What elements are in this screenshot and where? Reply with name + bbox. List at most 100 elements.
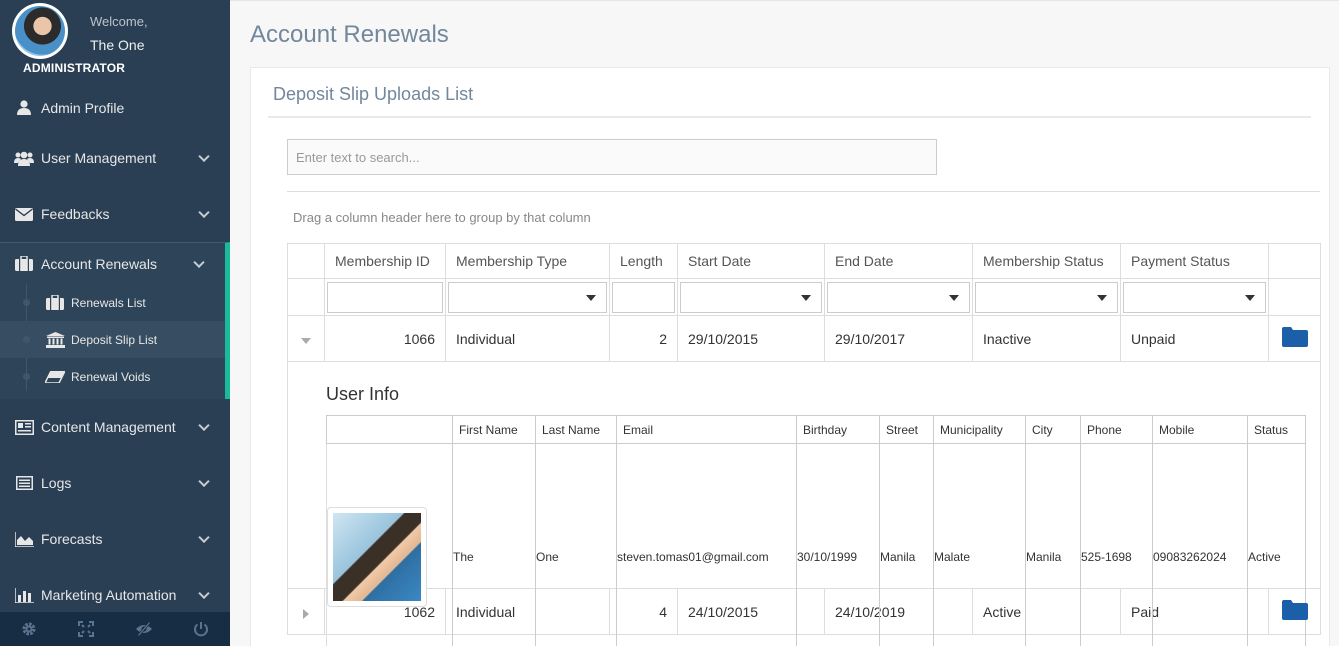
caret-down-icon <box>1097 294 1107 301</box>
column-header-membership-type[interactable]: Membership Type <box>445 243 610 279</box>
menu-forecasts[interactable]: Forecasts <box>0 511 230 567</box>
list-icon <box>14 475 34 491</box>
folder-icon[interactable] <box>1281 600 1308 620</box>
column-header-membership-status[interactable]: Membership Status <box>972 243 1121 279</box>
gear-icon[interactable] <box>0 612 58 646</box>
collapse-row-icon[interactable] <box>301 338 311 344</box>
menu-content-management[interactable]: Content Management <box>0 399 230 455</box>
column-header-membership-id[interactable]: Membership ID <box>324 243 446 279</box>
grid-header-row: Membership ID Membership Type Length Sta… <box>287 243 1321 279</box>
eye-slash-icon[interactable] <box>115 612 173 646</box>
caret-down-icon <box>801 294 811 301</box>
menu-label: User Management <box>41 150 157 166</box>
menu-label: Account Renewals <box>41 255 157 272</box>
deposit-slip-grid: Membership ID Membership Type Length Sta… <box>287 243 1321 646</box>
bank-icon <box>45 331 65 348</box>
user-icon <box>14 100 34 116</box>
cell-membership-status: Inactive <box>972 315 1121 362</box>
briefcase-icon <box>45 295 65 311</box>
table-row[interactable]: 1066 Individual 2 29/10/2015 29/10/2017 … <box>287 315 1321 362</box>
bar-chart-icon <box>14 587 34 603</box>
user-photo <box>327 507 427 607</box>
filter-end-date[interactable] <box>827 281 970 313</box>
account-renewals-section: Account Renewals Renewals List Deposit S… <box>0 242 230 399</box>
filter-length[interactable] <box>612 281 675 313</box>
menu-logs[interactable]: Logs <box>0 455 230 511</box>
submenu-renewal-voids[interactable]: Renewal Voids <box>0 358 225 395</box>
main-content: Account Renewals Deposit Slip Uploads Li… <box>230 0 1339 646</box>
user-info-header: First Name Last Name Email Birthday Stre… <box>326 415 1306 444</box>
envelope-icon <box>14 206 34 222</box>
menu-admin-profile[interactable]: Admin Profile <box>0 85 230 130</box>
grid-divider <box>287 191 1320 192</box>
column-header-length[interactable]: Length <box>609 243 678 279</box>
col-municipality: Municipality <box>933 415 1026 444</box>
caret-down-icon <box>1245 294 1255 301</box>
welcome-text: Welcome, <box>90 14 148 29</box>
cell-start-date: 29/10/2015 <box>677 315 825 362</box>
user-role: ADMINISTRATOR <box>23 61 126 75</box>
avatar[interactable] <box>12 3 68 59</box>
sidebar: Welcome, The One ADMINISTRATOR Admin Pro… <box>0 0 230 646</box>
cell-membership-id: 1066 <box>324 315 446 362</box>
cell-membership-type: Individual <box>445 315 610 362</box>
expand-column-header <box>287 243 325 279</box>
panel-title: Deposit Slip Uploads List <box>273 84 474 104</box>
column-header-payment-status[interactable]: Payment Status <box>1120 243 1269 279</box>
col-last-name: Last Name <box>535 415 617 444</box>
chevron-down-icon <box>198 531 210 544</box>
phone-value: 525-1698 <box>1080 443 1153 646</box>
expand-row-icon[interactable] <box>303 609 309 619</box>
col-first-name: First Name <box>452 415 536 444</box>
sidebar-footer <box>0 612 230 646</box>
detail-row: User Info First Name Last Name Email Bir… <box>287 361 1321 646</box>
menu-account-renewals[interactable]: Account Renewals <box>0 243 225 284</box>
menu-user-management[interactable]: User Management <box>0 130 230 186</box>
col-birthday: Birthday <box>796 415 880 444</box>
power-icon[interactable] <box>173 612 231 646</box>
menu-feedbacks[interactable]: Feedbacks <box>0 186 230 242</box>
submenu-label: Renewals List <box>71 295 146 310</box>
chevron-down-icon <box>193 256 205 268</box>
filter-membership-type[interactable] <box>448 281 607 313</box>
submenu-label: Renewal Voids <box>71 369 151 384</box>
column-header-end-date[interactable]: End Date <box>824 243 973 279</box>
group-panel-hint[interactable]: Drag a column header here to group by th… <box>293 210 591 225</box>
chevron-down-icon <box>198 206 210 219</box>
chevron-down-icon <box>198 150 210 163</box>
fullscreen-icon[interactable] <box>58 612 116 646</box>
menu-label: Feedbacks <box>41 206 110 222</box>
submenu-renewals-list[interactable]: Renewals List <box>0 284 225 321</box>
search-input[interactable] <box>287 139 937 175</box>
user-info-row: The One steven.tomas01@gmail.com 30/10/1… <box>326 443 1306 646</box>
col-status: Status <box>1247 415 1306 444</box>
user-name: The One <box>90 37 145 53</box>
first-name-value: The <box>452 443 536 646</box>
area-chart-icon <box>14 531 34 547</box>
col-city: City <box>1025 415 1081 444</box>
filter-membership-status[interactable] <box>975 281 1118 313</box>
col-mobile: Mobile <box>1152 415 1248 444</box>
filter-payment-status[interactable] <box>1123 281 1266 313</box>
menu-label: Marketing Automation <box>41 587 177 603</box>
col-phone: Phone <box>1080 415 1153 444</box>
action-column-header <box>1268 243 1321 279</box>
col-street: Street <box>879 415 934 444</box>
cell-end-date: 29/10/2017 <box>824 315 973 362</box>
folder-icon[interactable] <box>1281 327 1308 347</box>
page-title: Account Renewals <box>250 21 449 48</box>
grid-filter-row <box>287 278 1321 316</box>
chevron-down-icon <box>198 419 210 432</box>
briefcase-icon <box>14 256 34 272</box>
cell-length: 2 <box>609 315 678 362</box>
email-value: steven.tomas01@gmail.com <box>616 443 797 646</box>
city-value: Manila <box>1025 443 1081 646</box>
panel-divider <box>268 116 1311 118</box>
profile-block: Welcome, The One ADMINISTRATOR <box>0 0 230 85</box>
column-header-start-date[interactable]: Start Date <box>677 243 825 279</box>
menu-label: Logs <box>41 475 72 491</box>
submenu-deposit-slip-list[interactable]: Deposit Slip List <box>0 321 225 358</box>
filter-membership-id[interactable] <box>327 281 443 313</box>
eraser-icon <box>45 369 65 385</box>
filter-start-date[interactable] <box>680 281 822 313</box>
